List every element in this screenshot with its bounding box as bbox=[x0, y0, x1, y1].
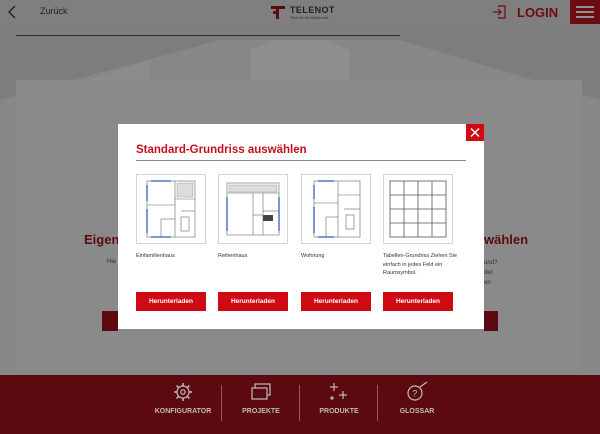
option-label: Tabellen-Grundriss Ziehen Sie einfach in… bbox=[383, 253, 457, 276]
grid-table-thumbnail[interactable] bbox=[383, 174, 453, 244]
hamburger-menu-button[interactable] bbox=[570, 0, 600, 24]
floorplan-row-house-thumbnail[interactable] bbox=[218, 174, 288, 244]
download-house-button[interactable]: Herunterladen bbox=[136, 292, 206, 311]
nav-label: PROJEKTE bbox=[242, 408, 280, 415]
download-row-house-button[interactable]: Herunterladen bbox=[218, 292, 288, 311]
background-heading-right: wählen bbox=[484, 232, 529, 247]
background-button-right bbox=[484, 311, 498, 331]
close-icon bbox=[470, 128, 480, 137]
menu-bar-icon bbox=[576, 6, 594, 8]
background-text-left: Hie bbox=[107, 259, 117, 265]
logo-tagline: Technik für Sicherheit bbox=[290, 15, 329, 20]
nav-separator bbox=[299, 385, 300, 421]
menu-bar-icon bbox=[576, 11, 594, 13]
floorplan-apartment-icon bbox=[313, 180, 361, 238]
menu-bar-icon bbox=[576, 16, 594, 18]
question-pen-icon: ? bbox=[407, 381, 428, 401]
option-label: Wohnung bbox=[301, 253, 325, 259]
grid-table-icon bbox=[389, 180, 447, 238]
nav-item-glossar[interactable]: ? GLOSSAR bbox=[386, 375, 448, 434]
telenot-logo: TELENOT Technik für Sicherheit bbox=[268, 2, 348, 22]
floorplan-house-thumbnail[interactable] bbox=[136, 174, 206, 244]
download-apartment-button[interactable]: Herunterladen bbox=[301, 292, 371, 311]
svg-text:?: ? bbox=[412, 389, 417, 399]
background-button-left bbox=[102, 311, 118, 331]
login-arrow-icon[interactable] bbox=[492, 5, 506, 19]
top-divider bbox=[16, 35, 400, 36]
floorplan-apartment-thumbnail[interactable] bbox=[301, 174, 371, 244]
close-button[interactable] bbox=[466, 124, 484, 141]
gear-icon bbox=[174, 383, 192, 401]
option-label: Reihenhaus bbox=[218, 253, 248, 259]
bottom-navigation: KONFIGURATOR PROJEKTE PRODUKTE ? GLOSSAR bbox=[0, 375, 600, 434]
floorplan-row-house-icon bbox=[226, 182, 280, 236]
floorplan-dialog: Standard-Grundriss auswählen Einfamilien… bbox=[118, 124, 484, 329]
nav-item-produkte[interactable]: PRODUKTE bbox=[308, 375, 370, 434]
nav-item-konfigurator[interactable]: KONFIGURATOR bbox=[148, 375, 218, 434]
telenot-logo-icon bbox=[271, 6, 285, 19]
nav-label: GLOSSAR bbox=[399, 408, 435, 415]
download-table-button[interactable]: Herunterladen bbox=[383, 292, 453, 311]
nav-label: PRODUKTE bbox=[319, 408, 359, 415]
logo-wordmark: TELENOT bbox=[290, 5, 335, 15]
dialog-divider bbox=[136, 160, 466, 161]
back-chevron-icon[interactable] bbox=[8, 5, 16, 19]
login-button[interactable]: LOGIN bbox=[517, 5, 558, 20]
top-bar: Zurück TELENOT Technik für Sicherheit LO… bbox=[0, 0, 600, 24]
floorplan-house-icon bbox=[146, 180, 196, 238]
nav-separator bbox=[377, 385, 378, 421]
back-link[interactable]: Zurück bbox=[40, 6, 68, 16]
background-text-right: und? der en bbox=[484, 258, 497, 288]
background-text-line: und? bbox=[484, 260, 498, 266]
plus-sparkle-icon bbox=[330, 383, 347, 400]
background-text-line: en bbox=[484, 280, 491, 286]
nav-label: KONFIGURATOR bbox=[154, 408, 212, 415]
nav-item-projekte[interactable]: PROJEKTE bbox=[230, 375, 292, 434]
nav-separator bbox=[221, 385, 222, 421]
dialog-title: Standard-Grundriss auswählen bbox=[136, 144, 307, 156]
background-text-line: der bbox=[484, 270, 493, 276]
option-label: Einfamilienhaus bbox=[136, 253, 175, 259]
stacked-windows-icon bbox=[251, 383, 271, 400]
